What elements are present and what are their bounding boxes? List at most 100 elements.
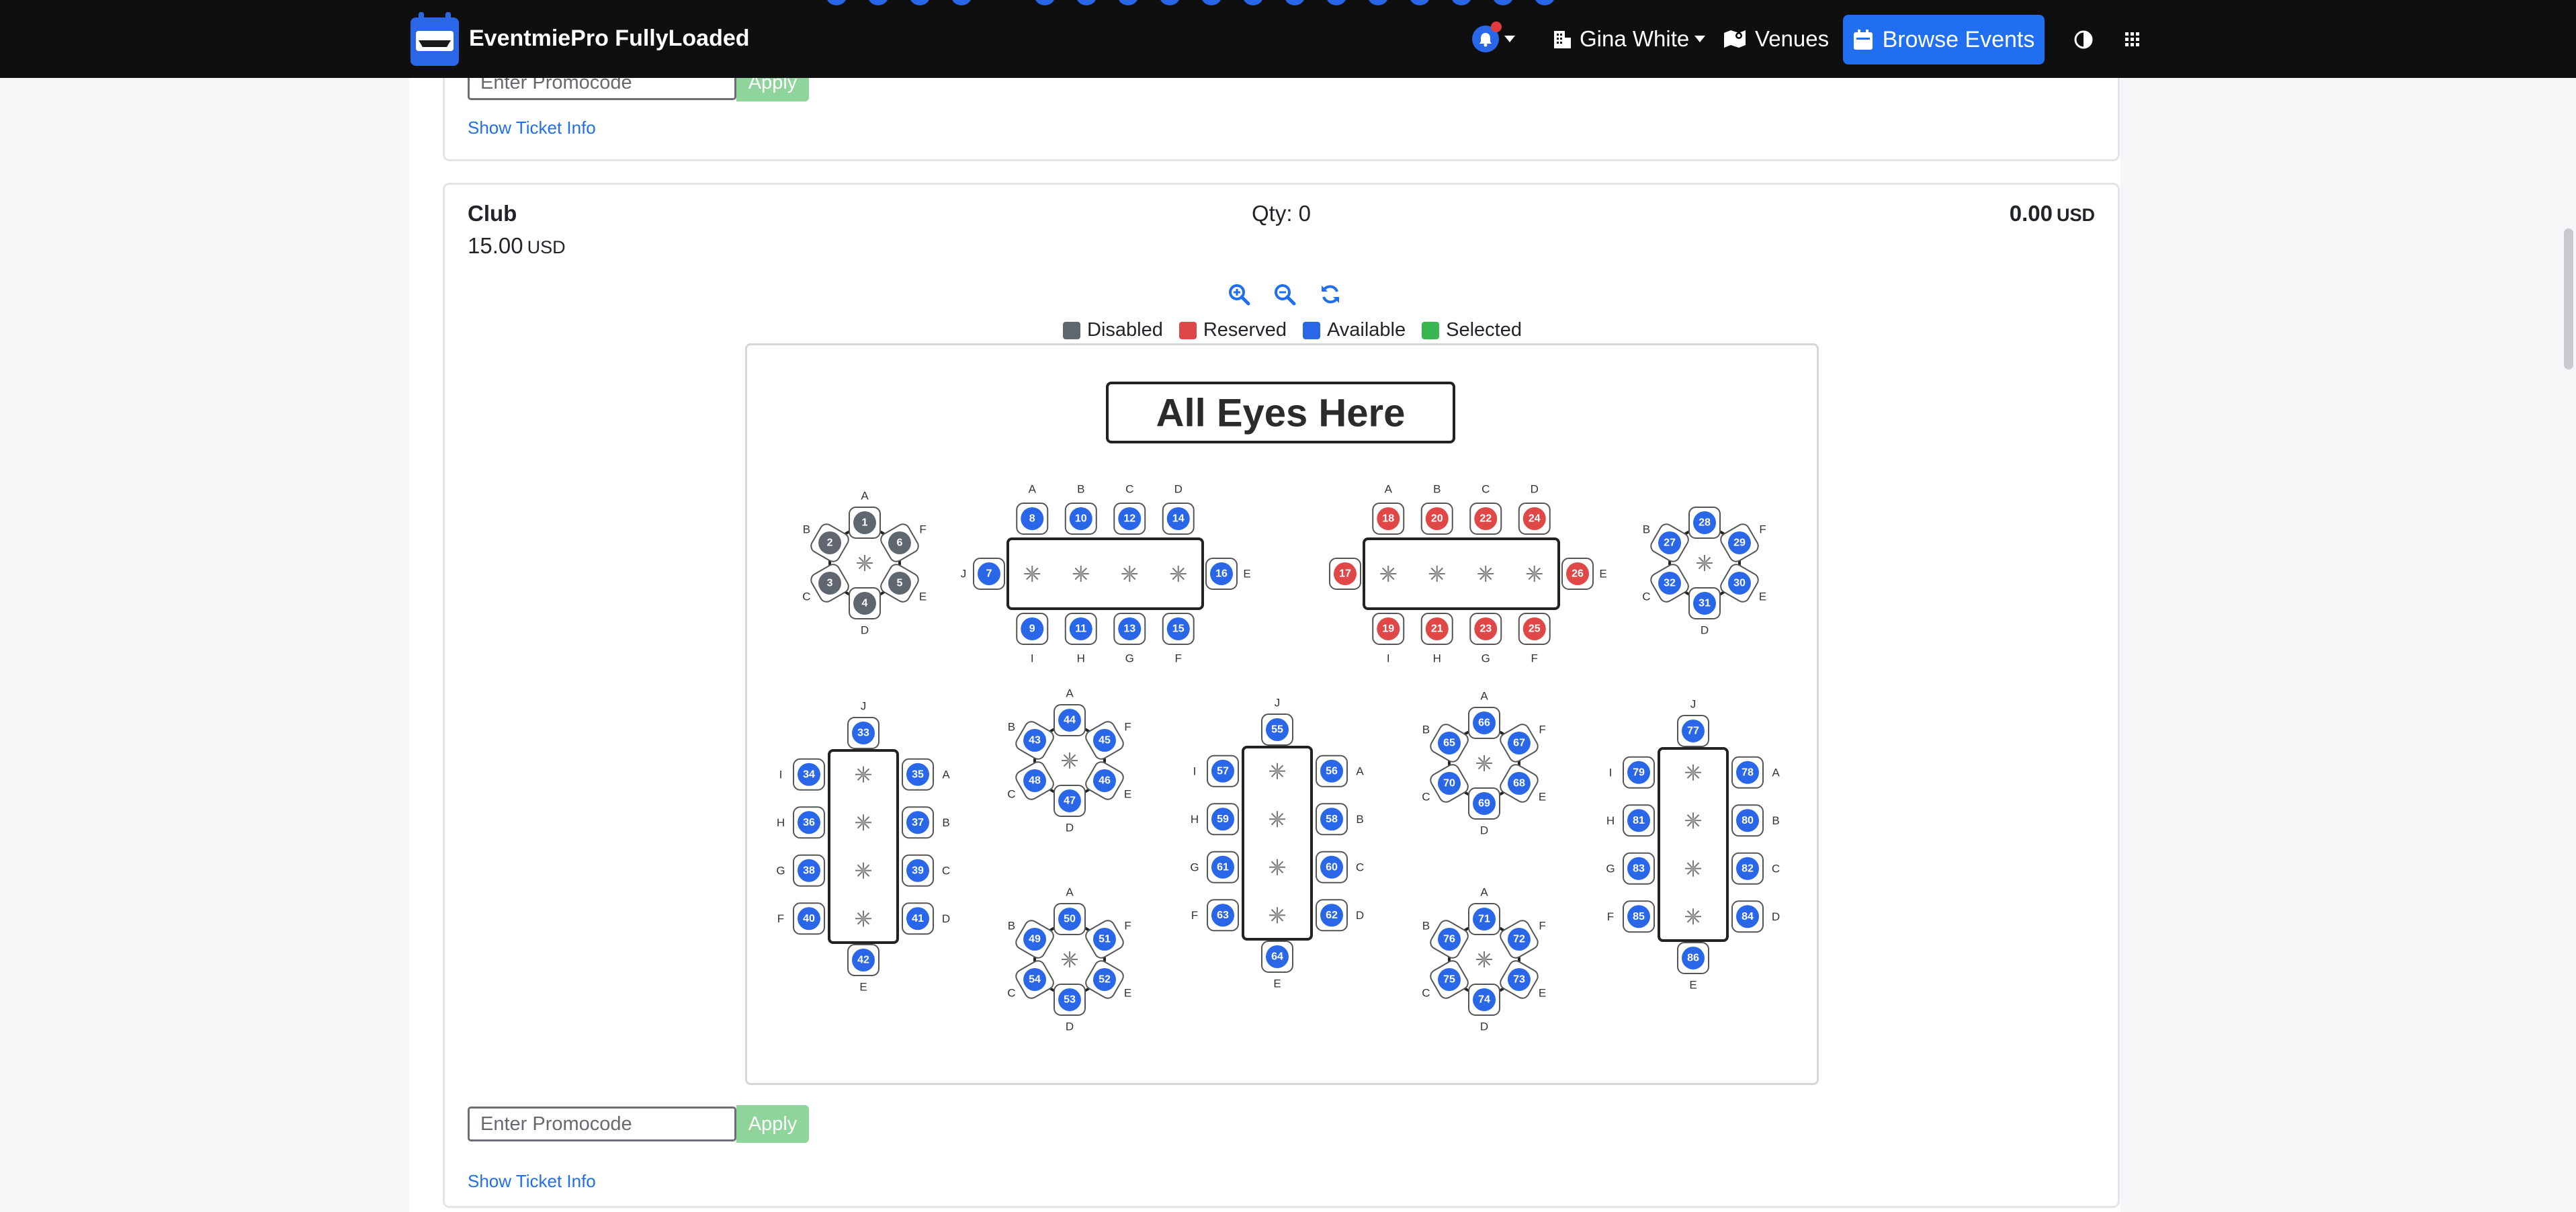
seat-78[interactable]: 78 A <box>1731 756 1780 789</box>
seat-number: 43 <box>1029 735 1041 746</box>
seat-1[interactable]: 1A <box>849 490 881 539</box>
seat-42[interactable]: 42 E <box>847 944 879 994</box>
seat-58[interactable]: 58 B <box>1316 803 1364 836</box>
seat-84[interactable]: 84 D <box>1731 900 1780 933</box>
zoom-in-icon[interactable] <box>1228 283 1250 306</box>
seat-33[interactable]: 33 J <box>847 700 879 749</box>
seat-row-label: I <box>1193 765 1197 777</box>
zoom-out-icon[interactable] <box>1273 283 1296 306</box>
seat-number: 83 <box>1633 863 1645 874</box>
seat-7[interactable]: 7J <box>961 558 1005 590</box>
seat-74[interactable]: 74 D <box>1468 984 1500 1033</box>
seat-35[interactable]: 35 A <box>902 758 950 791</box>
seat-12[interactable]: 12 C <box>1113 483 1146 535</box>
user-menu[interactable]: Gina White <box>1551 20 1706 58</box>
venues-label: Venues <box>1755 26 1830 51</box>
seat-number: 75 <box>1443 974 1455 986</box>
seat-79[interactable]: 79 I <box>1609 756 1655 789</box>
table-7: 50 A 51 F 52 E 53 D 54 C 49 B <box>1007 886 1131 1033</box>
promocode-input[interactable]: Enter Promocode <box>468 1107 736 1141</box>
seat-22[interactable]: 22 C <box>1469 483 1502 535</box>
seat-13[interactable]: 13 G <box>1113 613 1146 665</box>
seat-4[interactable]: 4D <box>849 587 881 637</box>
seat-40[interactable]: 40 F <box>777 902 825 935</box>
seat-19[interactable]: 19 I <box>1372 613 1405 665</box>
seat-55[interactable]: 55 J <box>1261 697 1293 746</box>
ticket-quantity: Qty: 0 <box>1251 201 1312 226</box>
table-decor-icon <box>1697 555 1713 571</box>
seat-row-label: E <box>1273 978 1281 990</box>
seat-row-label: A <box>1385 483 1393 496</box>
seat-38[interactable]: 38 G <box>776 854 825 887</box>
apps-grid-icon[interactable] <box>2124 31 2141 48</box>
seat-64[interactable]: 64 E <box>1261 941 1293 990</box>
seat-77[interactable]: 77 J <box>1677 698 1709 747</box>
seat-20[interactable]: 20 B <box>1420 483 1453 535</box>
seat-number: 76 <box>1443 934 1455 945</box>
seat-row-label: B <box>1422 724 1430 736</box>
seat-28[interactable]: 28 <box>1688 507 1721 539</box>
seat-8[interactable]: 8A <box>1016 483 1049 535</box>
seat-62[interactable]: 62 D <box>1316 899 1364 932</box>
seat-83[interactable]: 83 G <box>1606 852 1655 885</box>
seat-57[interactable]: 57 I <box>1193 754 1239 787</box>
table-decor-icon <box>1269 907 1285 924</box>
seat-14[interactable]: 14 D <box>1162 483 1195 535</box>
page-scrollbar[interactable] <box>2560 0 2576 1212</box>
seat-85[interactable]: 85 F <box>1607 900 1655 933</box>
seat-17[interactable]: 17 <box>1329 558 1361 590</box>
seat-86[interactable]: 86 E <box>1677 942 1709 992</box>
seat-66[interactable]: 66 A <box>1468 690 1500 739</box>
seat-47[interactable]: 47 D <box>1054 785 1086 834</box>
venues-link[interactable]: Venues <box>1723 20 1829 58</box>
seat-number: 59 <box>1217 814 1229 825</box>
seat-39[interactable]: 39 C <box>902 854 950 887</box>
seat-10[interactable]: 10 B <box>1064 483 1097 535</box>
app-title[interactable]: EventmiePro FullyLoaded <box>469 26 750 52</box>
show-ticket-info-link[interactable]: Show Ticket Info <box>468 118 596 138</box>
seat-15[interactable]: 15 F <box>1162 613 1195 665</box>
seat-34[interactable]: 34 I <box>779 758 825 791</box>
seat-16[interactable]: 16 E <box>1205 558 1251 590</box>
seat-31[interactable]: 31 D <box>1688 587 1721 637</box>
seat-24[interactable]: 24 D <box>1518 483 1551 535</box>
seat-60[interactable]: 60 C <box>1316 851 1364 883</box>
reset-zoom-icon[interactable] <box>1319 283 1342 306</box>
seat-63[interactable]: 63 F <box>1191 899 1239 932</box>
seat-69[interactable]: 69 D <box>1468 787 1500 837</box>
app-logo-icon[interactable] <box>409 11 460 67</box>
seat-71[interactable]: 71 A <box>1468 886 1500 935</box>
seat-18[interactable]: 18 A <box>1372 483 1405 535</box>
seat-53[interactable]: 53 D <box>1054 984 1086 1033</box>
seat-36[interactable]: 36 H <box>777 806 825 839</box>
seat-61[interactable]: 61 G <box>1190 851 1239 883</box>
scrollbar-thumb[interactable] <box>2564 228 2573 370</box>
table-decor-icon <box>857 555 873 571</box>
seat-56[interactable]: 56 A <box>1316 754 1364 787</box>
seat-37[interactable]: 37 B <box>902 806 950 839</box>
seat-23[interactable]: 23 G <box>1469 613 1502 665</box>
show-ticket-info-link[interactable]: Show Ticket Info <box>468 1171 596 1192</box>
seat-59[interactable]: 59 H <box>1191 803 1239 836</box>
seat-11[interactable]: 11 H <box>1064 613 1097 665</box>
seat-25[interactable]: 25 F <box>1518 613 1551 665</box>
seat-82[interactable]: 82 C <box>1731 852 1780 885</box>
seat-9[interactable]: 9I <box>1016 613 1049 665</box>
theme-toggle-icon[interactable] <box>2073 30 2094 50</box>
table-decor-icon <box>1024 566 1041 582</box>
browse-events-button[interactable]: Browse Events <box>1843 15 2045 64</box>
top-navbar: EventmiePro FullyLoaded Gina White Venue… <box>0 0 2576 78</box>
seat-41[interactable]: 41 D <box>902 902 950 935</box>
seat-number: 37 <box>912 817 924 828</box>
seat-row-label: D <box>1480 1021 1488 1033</box>
seat-44[interactable]: 44 A <box>1054 687 1086 736</box>
seat-21[interactable]: 21 H <box>1420 613 1453 665</box>
seat-80[interactable]: 80 B <box>1731 804 1780 837</box>
seat-26[interactable]: 26 E <box>1561 558 1607 590</box>
apply-promo-button[interactable]: Apply <box>736 1105 809 1143</box>
seat-50[interactable]: 50 A <box>1054 886 1086 935</box>
notifications-dropdown[interactable] <box>1472 20 1515 58</box>
seat-81[interactable]: 81 H <box>1606 804 1655 837</box>
seat-number: 26 <box>1572 568 1584 580</box>
table-10: 71 A 72 F 73 E 74 D 75 C 76 B <box>1422 886 1546 1033</box>
